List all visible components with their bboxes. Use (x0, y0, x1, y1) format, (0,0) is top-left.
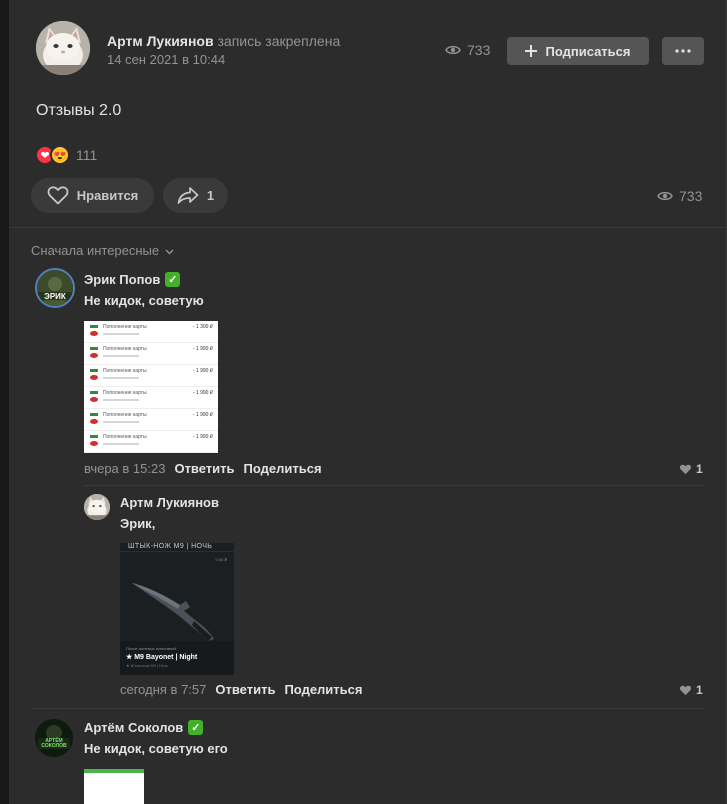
commenter-avatar-erik[interactable]: ЭРИК (35, 268, 75, 308)
shares-count: 1 (206, 188, 215, 203)
statement-row: Пополнение карты - 1 990 ₽ (84, 409, 218, 431)
partial-image-attachment[interactable] (84, 769, 144, 804)
comment-meta-artm: сегодня в 7:57 Ответить Поделиться (120, 682, 362, 697)
eye-icon (657, 191, 673, 201)
statement-row: Пополнение карты - 1 990 ₽ (84, 343, 218, 365)
statement-row: Пополнение карты - 1 990 ₽ (84, 365, 218, 387)
item-caption: ★ Штык-нож M9 | Ночь (126, 663, 169, 668)
plus-icon (525, 45, 538, 57)
comment-author-name: Артм Лукиянов (120, 495, 219, 510)
bank-icon (90, 369, 98, 380)
more-options-button[interactable] (662, 37, 704, 65)
views-counter-bottom: 733 (657, 188, 702, 204)
bank-icon (90, 391, 98, 402)
comment-author-erik[interactable]: Эрик Попов ✓ (84, 272, 181, 287)
heart-icon (680, 685, 691, 695)
comment-text-artm: Эрик, (120, 516, 156, 531)
comment-like-artm[interactable]: 1 (679, 683, 703, 697)
reactions-summary[interactable]: ❤ 😍 111 (35, 145, 97, 165)
comment-likes-count: 1 (696, 462, 703, 476)
commenter-avatar-artm[interactable] (84, 494, 110, 520)
comment-time[interactable]: вчера в 15:23 (84, 461, 165, 476)
share-comment-button[interactable]: Поделиться (244, 461, 322, 476)
bank-statement-attachment[interactable]: Пополнение карты - 1 300 ₽ Пополнение ка… (84, 321, 218, 453)
bank-icon (90, 435, 98, 446)
page: Артм Лукиянов запись закреплена 14 сен 2… (0, 0, 727, 804)
statement-row: Пополнение карты - 1 300 ₽ (84, 321, 218, 343)
item-name: ★ M9 Bayonet | Night (126, 654, 198, 661)
verified-check-icon: ✓ (165, 272, 181, 287)
verified-check-icon: ✓ (188, 720, 204, 735)
left-backdrop (0, 0, 9, 804)
heart-icon (680, 464, 691, 474)
bank-icon (90, 347, 98, 358)
heart-icon (47, 186, 69, 205)
statement-row: Пополнение карты - 1 990 ₽ (84, 431, 218, 453)
comment-author-artem[interactable]: Артём Соколов ✓ (84, 720, 204, 735)
commenter-avatar-artem[interactable]: АРТЁМ СОКОЛОВ (35, 719, 73, 757)
artem-avatar-caption: АРТЁМ СОКОЛОВ (41, 738, 67, 749)
pinned-label: запись закреплена (217, 33, 341, 49)
author-avatar[interactable] (36, 21, 90, 75)
subscribe-button[interactable]: Подписаться (507, 37, 649, 65)
views-count-bottom: 733 (679, 188, 703, 204)
heart-eyes-reaction-icon: 😍 (50, 145, 70, 165)
like-label: Нравится (76, 188, 139, 203)
subscribe-label: Подписаться (545, 43, 631, 59)
comment-likes-count: 1 (696, 683, 703, 697)
sort-label: Сначала интересные (31, 243, 160, 258)
comment-separator (84, 485, 704, 486)
attachment-top-bar (84, 769, 144, 773)
views-counter-top: 733 (445, 42, 490, 58)
share-comment-button[interactable]: Поделиться (284, 682, 362, 697)
post-date[interactable]: 14 сен 2021 в 10:44 (107, 52, 225, 67)
comment-author-artm[interactable]: Артм Лукиянов (120, 495, 219, 510)
share-button[interactable]: 1 (163, 178, 228, 213)
comment-author-name: Артём Соколов (84, 720, 184, 735)
cat-avatar-image (36, 21, 90, 75)
post-card: Артм Лукиянов запись закреплена 14 сен 2… (9, 0, 727, 804)
post-text: Отзывы 2.0 (36, 102, 122, 119)
author-line: Артм Лукиянов запись закреплена (107, 33, 340, 49)
reply-button[interactable]: Ответить (215, 682, 275, 697)
post-divider (9, 227, 727, 228)
comment-text-artem: Не кидок, советую его (84, 741, 228, 756)
chevron-down-icon (165, 249, 174, 255)
views-count-top: 733 (467, 42, 491, 58)
comment-author-name: Эрик Попов (84, 272, 161, 287)
comments-sort-dropdown[interactable]: Сначала интересные (31, 243, 174, 258)
erik-avatar-caption: ЭРИК (44, 292, 66, 301)
comment-text-erik: Не кидок, советую (84, 293, 204, 308)
eye-icon (445, 45, 461, 55)
bank-icon (90, 413, 98, 424)
like-button[interactable]: Нравится (31, 178, 154, 213)
comment-separator (31, 708, 704, 709)
comment-meta-erik: вчера в 15:23 Ответить Поделиться (84, 461, 322, 476)
bank-icon (90, 325, 98, 336)
share-arrow-icon (177, 187, 199, 204)
reactions-count: 111 (76, 147, 98, 163)
reply-button[interactable]: Ответить (174, 461, 234, 476)
cat-avatar-image (84, 494, 110, 520)
statement-row: Пополнение карты - 1 990 ₽ (84, 387, 218, 409)
more-dots-icon (675, 49, 691, 53)
knife-item-attachment[interactable]: ШТЫК-НОЖ M9 | НОЧЬ 0.00 ₽ После полевых … (120, 543, 234, 675)
author-name[interactable]: Артм Лукиянов (107, 33, 214, 49)
comment-like-erik[interactable]: 1 (679, 462, 703, 476)
comment-time[interactable]: сегодня в 7:57 (120, 682, 206, 697)
item-wear: После полевых испытаний (126, 646, 176, 651)
